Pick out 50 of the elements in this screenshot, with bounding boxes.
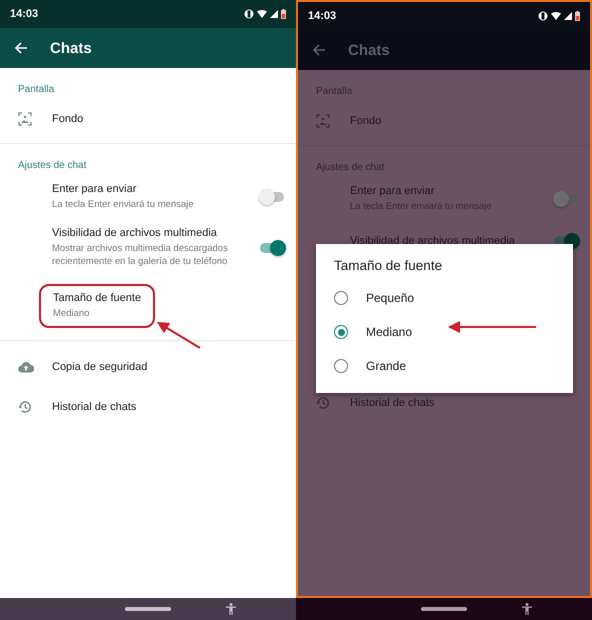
- settings-item[interactable]: Fondo: [0, 99, 296, 139]
- setting-title[interactable]: Tamaño de fuente: [53, 292, 142, 304]
- status-time: 14:03: [308, 10, 336, 22]
- radio-button[interactable]: [334, 359, 348, 373]
- rotate-icon: [538, 11, 548, 21]
- signal-icon: [270, 10, 278, 18]
- settings-item[interactable]: Historial de chats: [0, 387, 296, 427]
- settings-item[interactable]: Copia de seguridad: [0, 347, 296, 387]
- wallpaper-icon: [18, 112, 32, 126]
- option-label[interactable]: Grande: [366, 359, 406, 373]
- toggle-switch[interactable]: [554, 194, 578, 204]
- home-handle[interactable]: [125, 607, 171, 611]
- section-header: Pantalla: [315, 85, 354, 99]
- battery-icon: [575, 11, 580, 21]
- section-header: Ajustes de chat: [17, 159, 88, 173]
- toggle-switch[interactable]: [260, 242, 284, 252]
- status-time: 14:03: [10, 8, 38, 20]
- screen-title: Chats: [50, 40, 92, 56]
- wifi-icon: [551, 12, 561, 20]
- dialog-title: Tamaño de fuente: [333, 258, 444, 275]
- history-icon: [18, 400, 32, 414]
- screen-title: Chats: [348, 42, 390, 58]
- accessibility-icon[interactable]: [226, 603, 236, 615]
- item-title: Historial de chats: [350, 397, 434, 409]
- annotation-arrow: [156, 322, 201, 349]
- cloud-upload-icon: [18, 361, 34, 373]
- rotate-icon: [244, 9, 254, 19]
- setting-description: Mostrar archivos multimedia descargados recientemente en la galería de tu teléfono: [52, 242, 229, 268]
- item-title: Historial de chats: [52, 401, 136, 413]
- item-title: Fondo: [350, 115, 382, 127]
- setting-title[interactable]: Enter para enviar: [52, 183, 194, 195]
- setting-description: La tecla Enter enviará tu mensaje: [52, 198, 194, 211]
- accessibility-icon[interactable]: [522, 603, 532, 615]
- option-label[interactable]: Pequeño: [366, 291, 414, 305]
- home-handle[interactable]: [421, 607, 467, 611]
- radio-button[interactable]: [334, 325, 348, 339]
- history-icon: [316, 396, 330, 410]
- section-header: Ajustes de chat: [315, 161, 386, 175]
- section-header: Pantalla: [17, 83, 56, 97]
- item-title: Copia de seguridad: [52, 361, 148, 373]
- radio-button[interactable]: [334, 291, 348, 305]
- option-label[interactable]: Mediano: [366, 325, 412, 339]
- battery-icon: [281, 9, 286, 19]
- item-title: Fondo: [52, 113, 84, 125]
- setting-description: Mediano: [53, 307, 90, 320]
- setting-title[interactable]: Visibilidad de archivos multimedia: [52, 227, 248, 239]
- signal-icon: [564, 12, 572, 20]
- toggle-switch[interactable]: [260, 192, 284, 202]
- wifi-icon: [257, 10, 267, 18]
- wallpaper-icon: [316, 114, 330, 128]
